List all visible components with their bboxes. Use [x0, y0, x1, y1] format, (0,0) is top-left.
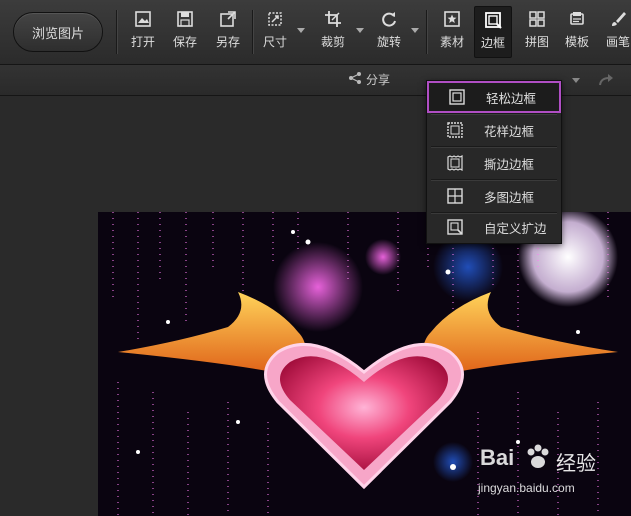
torn-border-icon	[447, 155, 463, 171]
resize-label: 尺寸	[262, 35, 287, 49]
crop-icon	[322, 8, 344, 30]
material-icon	[441, 8, 463, 30]
menu-item-label: 轻松边框	[486, 90, 537, 106]
baidu-jingyan-watermark: Bai 经验 jingyan.baidu.com	[468, 443, 628, 513]
menu-item-pattern-border[interactable]: 花样边框	[427, 114, 561, 146]
brush-label: 画笔	[605, 35, 630, 49]
material-button[interactable]: 素材	[437, 8, 467, 58]
collage-label: 拼图	[524, 35, 549, 49]
menu-item-custom-expand[interactable]: 自定义扩边	[427, 211, 561, 243]
watermark-brand2: 经验	[556, 451, 596, 475]
rotate-label: 旋转	[376, 35, 401, 49]
border-icon	[482, 9, 504, 31]
template-button[interactable]: 模板	[562, 8, 592, 58]
border-label: 边框	[480, 36, 505, 50]
redo-icon[interactable]	[598, 72, 614, 91]
share-button[interactable]: 分享	[348, 71, 390, 88]
simple-border-icon	[449, 89, 465, 105]
template-label: 模板	[564, 35, 589, 49]
rotate-dropdown-caret[interactable]	[411, 28, 419, 33]
save-label: 保存	[172, 35, 197, 49]
menu-item-label: 撕边边框	[484, 156, 535, 172]
custom-expand-icon	[447, 219, 463, 235]
template-icon	[566, 8, 588, 30]
menu-item-torn-border[interactable]: 撕边边框	[427, 147, 561, 179]
collage-button[interactable]: 拼图	[522, 8, 552, 58]
browse-images-button[interactable]: 浏览图片	[13, 12, 103, 52]
menu-item-label: 自定义扩边	[484, 220, 547, 236]
border-button[interactable]: 边框	[474, 6, 512, 58]
save-as-label: 另存	[215, 35, 240, 49]
rotate-icon	[378, 8, 400, 30]
watermark-brand: Bai	[480, 445, 515, 470]
resize-icon	[264, 8, 286, 30]
crop-label: 裁剪	[320, 35, 345, 49]
rotate-button[interactable]: 旋转	[374, 8, 404, 58]
crop-dropdown-caret[interactable]	[356, 28, 364, 33]
menu-item-label: 多图边框	[484, 189, 535, 205]
main-toolbar: 浏览图片 打开 保存 另存 尺寸 裁剪 旋转 素材 边框 拼图 模板 画笔	[0, 0, 631, 65]
menu-item-label: 花样边框	[484, 123, 535, 139]
save-button[interactable]: 保存	[170, 8, 200, 58]
toolbar-divider	[116, 10, 117, 54]
material-label: 素材	[439, 35, 464, 49]
pattern-border-icon	[447, 122, 463, 138]
toolbar-divider	[426, 10, 427, 54]
share-icon	[348, 71, 362, 88]
watermark-url: jingyan.baidu.com	[478, 481, 575, 495]
brush-button[interactable]: 画笔	[603, 8, 631, 58]
menu-item-simple-border[interactable]: 轻松边框	[427, 81, 561, 113]
crop-button[interactable]: 裁剪	[318, 8, 348, 58]
save-as-icon	[217, 8, 239, 30]
save-as-button[interactable]: 另存	[213, 8, 243, 58]
open-button[interactable]: 打开	[128, 8, 158, 58]
paw-icon	[524, 443, 552, 471]
multi-image-border-icon	[447, 188, 463, 204]
subbar-dropdown-caret[interactable]	[572, 78, 580, 83]
brush-icon	[607, 8, 629, 30]
border-dropdown-menu: 轻松边框 花样边框 撕边边框 多图边框 自定义扩边	[426, 80, 562, 244]
save-icon	[174, 8, 196, 30]
menu-item-multi-image-border[interactable]: 多图边框	[427, 180, 561, 212]
open-icon	[132, 8, 154, 30]
collage-icon	[526, 8, 548, 30]
resize-button[interactable]: 尺寸	[260, 8, 290, 58]
open-label: 打开	[130, 35, 155, 49]
toolbar-divider	[252, 10, 253, 54]
share-label: 分享	[366, 73, 391, 87]
resize-dropdown-caret[interactable]	[297, 28, 305, 33]
